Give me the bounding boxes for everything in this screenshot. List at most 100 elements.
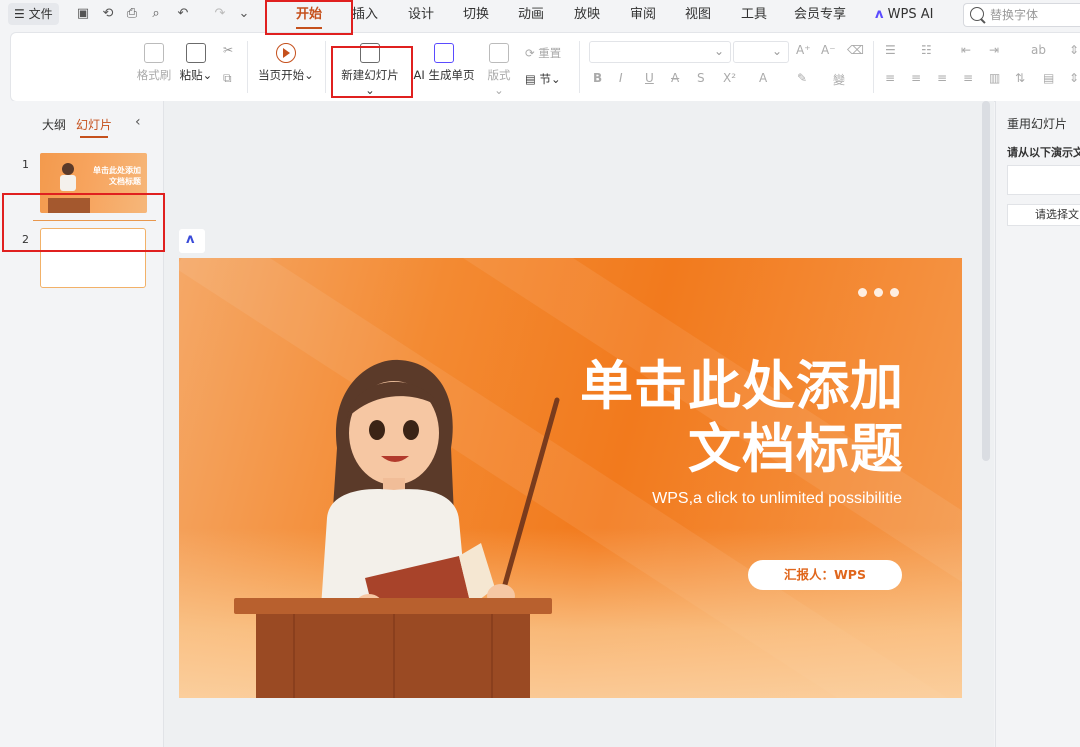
copy-icon[interactable]: ⧉	[223, 71, 232, 86]
divider	[873, 41, 874, 93]
file-menu-label: 文件	[28, 7, 53, 21]
ribbon: 格式刷 粘贴⌄ ✂ ⧉ 当页开始⌄ 新建幻灯片⌄ AI 生成单页 版式⌄ ⟳ 重…	[10, 32, 1080, 102]
slide-title[interactable]: 单击此处添加 文档标题	[484, 355, 904, 481]
columns-icon[interactable]: ▤	[1043, 71, 1054, 85]
wps-ai-logo-icon: ʌ	[875, 7, 884, 22]
font-family-select[interactable]: ⌄	[589, 41, 731, 63]
section-button[interactable]: ▤ 节⌄	[525, 71, 571, 87]
format-painter-label: 格式刷	[136, 68, 172, 82]
distribute-icon[interactable]: ▥	[989, 71, 1000, 85]
font-color-icon[interactable]: A	[759, 71, 767, 85]
canvas-scrollbar[interactable]	[982, 101, 990, 461]
choose-file-button[interactable]: 请选择文	[1007, 204, 1080, 226]
search-box[interactable]: 替换字体	[963, 3, 1080, 27]
bold-icon[interactable]: B	[593, 71, 602, 85]
new-slide-icon	[360, 43, 380, 63]
vertical-align-icon[interactable]: ⇕	[1069, 71, 1079, 85]
slide-subtitle[interactable]: WPS,a click to unlimited possibilitie	[652, 490, 902, 508]
slide-thumbnail-2[interactable]	[40, 228, 146, 288]
tab-tools[interactable]: 工具	[741, 5, 767, 25]
tab-outline[interactable]: 大纲	[42, 116, 66, 133]
editing-canvas: ʌ 单击此处添加 文档标题 WPS,a click to unlimited p…	[164, 101, 994, 747]
search-icon	[970, 7, 984, 21]
text-direction-icon[interactable]: ab	[1031, 43, 1046, 57]
justify-icon[interactable]: ≡	[963, 71, 973, 85]
numbering-icon[interactable]: ☷	[921, 43, 932, 57]
brush-icon	[144, 43, 164, 63]
strikethrough-icon[interactable]: A	[671, 71, 679, 85]
ai-assist-button[interactable]: ʌ	[179, 229, 205, 253]
decrease-indent-icon[interactable]: ⇤	[961, 43, 971, 57]
italic-icon[interactable]: I	[619, 71, 623, 85]
clear-format-icon[interactable]: ⌫	[847, 43, 864, 57]
reuse-slides-panel: 重用幻灯片 请从以下演示文 请选择文	[995, 101, 1080, 747]
increase-font-icon[interactable]: A⁺	[796, 43, 811, 57]
cut-icon[interactable]: ✂	[223, 43, 233, 57]
share-icon[interactable]: ⟲	[100, 6, 116, 22]
customize-quick-access-icon[interactable]: ⌄	[236, 6, 252, 22]
collapse-panel-icon[interactable]: ‹	[135, 114, 141, 130]
paragraph-spacing-icon[interactable]: ⇅	[1015, 71, 1025, 85]
shadow-icon[interactable]: S	[697, 71, 705, 85]
new-slide-dropdown-icon: ⌄	[365, 83, 375, 97]
ai-generate-slide-button[interactable]: AI 生成单页	[413, 43, 475, 83]
clipboard-icon	[186, 43, 206, 63]
ai-page-icon	[434, 43, 454, 63]
play-icon	[276, 43, 296, 63]
slide-title-line1: 单击此处添加	[580, 356, 904, 417]
tab-animations[interactable]: 动画	[518, 5, 544, 25]
paste-dropdown-icon: ⌄	[202, 68, 213, 82]
slides-panel: 大纲 幻灯片 ‹ 1 单击此处添加 文档标题 2	[0, 101, 164, 747]
tab-home[interactable]: 开始	[296, 5, 323, 29]
superscript-icon[interactable]: X²	[723, 71, 736, 85]
char-spacing-icon[interactable]: 變	[833, 71, 845, 88]
tab-design[interactable]: 设计	[408, 5, 434, 25]
tab-transitions[interactable]: 切换	[463, 5, 489, 25]
wps-ai-logo-icon: ʌ	[186, 232, 195, 247]
print-preview-icon[interactable]: ⌕	[148, 6, 164, 22]
search-placeholder: 替换字体	[990, 8, 1039, 22]
layout-button[interactable]: 版式⌄	[483, 43, 515, 97]
tab-view[interactable]: 视图	[685, 5, 711, 25]
increase-indent-icon[interactable]: ⇥	[989, 43, 999, 57]
layout-icon	[489, 43, 509, 63]
decrease-font-icon[interactable]: A⁻	[821, 43, 836, 57]
play-dropdown-icon: ⌄	[304, 68, 314, 82]
paste-label: 粘贴	[179, 68, 203, 82]
reporter-pill[interactable]: 汇报人：WPS	[748, 560, 902, 590]
tab-slides[interactable]: 幻灯片	[76, 116, 112, 138]
podium-illustration	[48, 198, 90, 213]
tab-member[interactable]: 会员专享	[794, 5, 846, 25]
current-slide[interactable]: 单击此处添加 文档标题 WPS,a click to unlimited pos…	[179, 258, 962, 698]
teacher-illustration	[60, 175, 76, 191]
file-menu[interactable]: ☰ 文件	[8, 3, 59, 25]
save-icon[interactable]: ▣	[75, 6, 91, 22]
format-painter-button[interactable]: 格式刷	[136, 43, 172, 83]
tab-review[interactable]: 审阅	[630, 5, 656, 25]
ai-generate-slide-label: AI 生成单页	[413, 68, 475, 82]
align-left-icon[interactable]: ≡	[885, 71, 895, 85]
reset-button[interactable]: ⟳ 重置	[525, 45, 571, 61]
align-center-icon[interactable]: ≡	[911, 71, 921, 85]
new-slide-label: 新建幻灯片	[341, 68, 399, 82]
new-slide-button[interactable]: 新建幻灯片⌄	[337, 43, 403, 97]
divider	[325, 41, 326, 93]
line-spacing-icon[interactable]: ⇕	[1069, 43, 1079, 57]
play-from-current-button[interactable]: 当页开始⌄	[257, 43, 315, 83]
presentation-path-input[interactable]	[1007, 165, 1080, 195]
tab-wps-ai[interactable]: ʌ WPS AI	[875, 5, 933, 25]
redo-icon[interactable]: ↷	[212, 6, 228, 22]
slide-number: 2	[22, 233, 29, 246]
tab-insert[interactable]: 插入	[352, 5, 378, 25]
print-icon[interactable]: ⎙	[124, 6, 140, 22]
tab-slideshow[interactable]: 放映	[574, 5, 600, 25]
bullets-icon[interactable]: ☰	[885, 43, 896, 57]
font-size-select[interactable]: ⌄	[733, 41, 789, 63]
underline-icon[interactable]: U	[645, 71, 654, 85]
undo-icon[interactable]: ↶	[175, 6, 191, 22]
highlight-icon[interactable]: ✎	[797, 71, 807, 85]
align-right-icon[interactable]: ≡	[937, 71, 947, 85]
paste-button[interactable]: 粘贴⌄	[179, 43, 213, 83]
thumbnail-title: 单击此处添加 文档标题	[93, 166, 141, 186]
slide-thumbnail-1[interactable]: 单击此处添加 文档标题	[40, 153, 147, 213]
